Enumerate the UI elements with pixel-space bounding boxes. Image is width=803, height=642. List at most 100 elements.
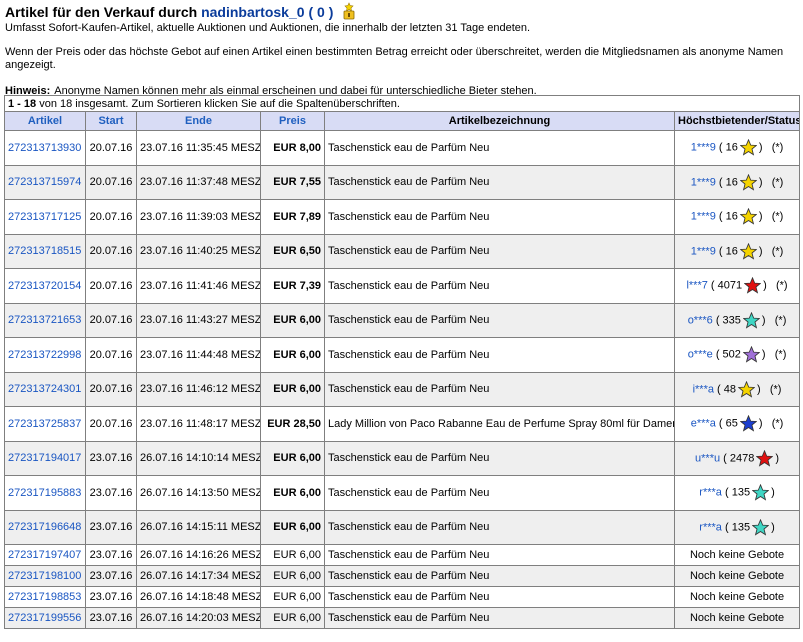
star-icon[interactable] bbox=[752, 484, 770, 501]
star-icon[interactable] bbox=[752, 518, 770, 536]
star-icon[interactable] bbox=[739, 242, 757, 260]
item-link[interactable]: 272313718515 bbox=[8, 245, 81, 257]
item-link[interactable]: 272317199556 bbox=[8, 612, 81, 624]
anonymous-note: (*) bbox=[771, 141, 784, 154]
col-ende[interactable]: Ende bbox=[136, 111, 261, 131]
table-row: 272313717125 20.07.16 23.07.16 11:39:03 ME… bbox=[4, 199, 801, 235]
price: EUR 6,00 bbox=[260, 565, 325, 587]
col-bieter: Höchstbietender/Status bbox=[673, 111, 801, 131]
anonymous-note: (*) bbox=[771, 210, 784, 223]
bidder-name[interactable]: 1***9 bbox=[691, 245, 716, 257]
star-icon[interactable] bbox=[739, 139, 757, 156]
seller-link[interactable]: nadinbartosk_0 bbox=[201, 4, 304, 20]
end-date: 23.07.16 11:48:17 MESZ bbox=[136, 406, 261, 442]
col-artikel[interactable]: Artikel bbox=[4, 111, 86, 131]
end-date: 26.07.16 14:20:03 MESZ bbox=[136, 607, 261, 629]
anonymous-note: (*) bbox=[769, 383, 782, 396]
end-date: 23.07.16 11:41:46 MESZ bbox=[136, 268, 261, 304]
item-link[interactable]: 272317198853 bbox=[8, 591, 81, 603]
end-date: 26.07.16 14:15:11 MESZ bbox=[136, 509, 261, 545]
price: EUR 6,00 bbox=[260, 440, 325, 476]
item-link[interactable]: 272317195883 bbox=[8, 487, 81, 499]
feedback-score: ( 502 bbox=[715, 348, 741, 361]
bidder-status: 1***9 ( 16) (*) bbox=[673, 164, 801, 200]
score-close: ) bbox=[763, 279, 767, 292]
star-icon[interactable] bbox=[739, 415, 757, 432]
star-icon[interactable] bbox=[739, 208, 757, 225]
bidder-name[interactable]: r***a bbox=[699, 521, 722, 533]
table-row: 272313721653 20.07.16 23.07.16 11:43:27 ME… bbox=[4, 302, 801, 338]
bidder-status: l***7 ( 4071) (*) bbox=[673, 268, 801, 304]
bidder-name[interactable]: e***a bbox=[691, 418, 716, 430]
item-id-cell: 272317195883 bbox=[4, 475, 86, 511]
anonymous-note: (*) bbox=[775, 279, 788, 292]
item-title: Taschenstick eau de Parfüm Neu bbox=[324, 607, 675, 629]
star-icon[interactable] bbox=[742, 346, 760, 363]
status-text: Noch keine Gebote bbox=[689, 549, 785, 561]
bidder-name[interactable]: 1***9 bbox=[691, 211, 716, 223]
col-preis[interactable]: Preis bbox=[260, 111, 325, 131]
bidder-name[interactable]: r***a bbox=[699, 487, 722, 499]
feedback-score-link[interactable]: 0 bbox=[317, 4, 325, 20]
bidder-name[interactable]: o***6 bbox=[688, 314, 713, 326]
start-date: 20.07.16 bbox=[85, 302, 137, 338]
anonymous-note: (*) bbox=[774, 348, 787, 361]
item-link[interactable]: 272313724301 bbox=[8, 383, 81, 395]
star-icon[interactable] bbox=[742, 311, 760, 329]
star-icon[interactable] bbox=[756, 449, 774, 467]
bidder-name[interactable]: u***u bbox=[695, 452, 720, 464]
table-row: 272317198100 23.07.16 26.07.16 14:17:34 ME… bbox=[4, 565, 801, 587]
price: EUR 7,55 bbox=[260, 164, 325, 200]
start-date: 20.07.16 bbox=[85, 130, 137, 166]
bidder-name[interactable]: i***a bbox=[693, 383, 714, 395]
item-title: Taschenstick eau de Parfüm Neu bbox=[324, 199, 675, 235]
item-id-cell: 272313713930 bbox=[4, 130, 86, 166]
item-id-cell: 272317194017 bbox=[4, 440, 86, 476]
star-icon[interactable] bbox=[738, 380, 756, 398]
bidder-name[interactable]: l***7 bbox=[686, 280, 707, 292]
page-title: Artikel für den Verkauf durch nadinbarto… bbox=[5, 2, 800, 22]
score-close: ) bbox=[771, 486, 775, 499]
star-icon[interactable] bbox=[744, 277, 762, 294]
item-link[interactable]: 272313717125 bbox=[8, 211, 81, 223]
bidder-status: o***e ( 502) (*) bbox=[673, 337, 801, 373]
price: EUR 7,39 bbox=[260, 268, 325, 304]
star-icon[interactable] bbox=[739, 173, 757, 191]
item-link[interactable]: 272317197407 bbox=[8, 549, 81, 561]
col-start[interactable]: Start bbox=[85, 111, 137, 131]
item-id-cell: 272313720154 bbox=[4, 268, 86, 304]
start-date: 20.07.16 bbox=[85, 233, 137, 269]
item-id-cell: 272313721653 bbox=[4, 302, 86, 338]
table-row: 272317196648 23.07.16 26.07.16 14:15:11 ME… bbox=[4, 509, 801, 545]
score-close: ) bbox=[758, 245, 763, 258]
start-date: 20.07.16 bbox=[85, 164, 137, 200]
item-link[interactable]: 272313720154 bbox=[8, 280, 81, 292]
items-table-wrap: 1 - 18 von 18 insgesamt. Zum Sortieren k… bbox=[3, 95, 801, 629]
bidder-name[interactable]: 1***9 bbox=[691, 176, 716, 188]
bidder-name[interactable]: 1***9 bbox=[691, 142, 716, 154]
item-link[interactable]: 272313713930 bbox=[8, 142, 81, 154]
item-title: Taschenstick eau de Parfüm Neu bbox=[324, 164, 675, 200]
table-row: 272313713930 20.07.16 23.07.16 11:35:45 ME… bbox=[4, 130, 801, 166]
start-date: 23.07.16 bbox=[85, 440, 137, 476]
item-link[interactable]: 272317198100 bbox=[8, 570, 81, 582]
score-close: ) bbox=[761, 348, 766, 361]
end-date: 26.07.16 14:13:50 MESZ bbox=[136, 475, 261, 511]
start-date: 23.07.16 bbox=[85, 607, 137, 629]
item-link[interactable]: 272313722998 bbox=[8, 349, 81, 361]
end-date: 26.07.16 14:17:34 MESZ bbox=[136, 565, 261, 587]
item-title: Taschenstick eau de Parfüm Neu bbox=[324, 440, 675, 476]
item-link[interactable]: 272317196648 bbox=[8, 521, 81, 533]
item-id-cell: 272317197407 bbox=[4, 544, 86, 566]
item-link[interactable]: 272313725837 bbox=[8, 418, 81, 430]
count-cell: 1 - 18 von 18 insgesamt. Zum Sortieren k… bbox=[3, 95, 801, 112]
item-link[interactable]: 272313721653 bbox=[8, 314, 81, 326]
item-link[interactable]: 272317194017 bbox=[8, 452, 81, 464]
bidder-status: 1***9 ( 16) (*) bbox=[673, 130, 801, 166]
item-link[interactable]: 272313715974 bbox=[8, 176, 81, 188]
header-row: Artikel Start Ende Preis Artikelbezeichn… bbox=[4, 111, 801, 131]
table-row: 272313722998 20.07.16 23.07.16 11:44:48 ME… bbox=[4, 337, 801, 373]
bidder-status: r***a ( 135) bbox=[673, 509, 801, 545]
score-close: ) bbox=[758, 176, 763, 189]
bidder-name[interactable]: o***e bbox=[688, 349, 713, 361]
